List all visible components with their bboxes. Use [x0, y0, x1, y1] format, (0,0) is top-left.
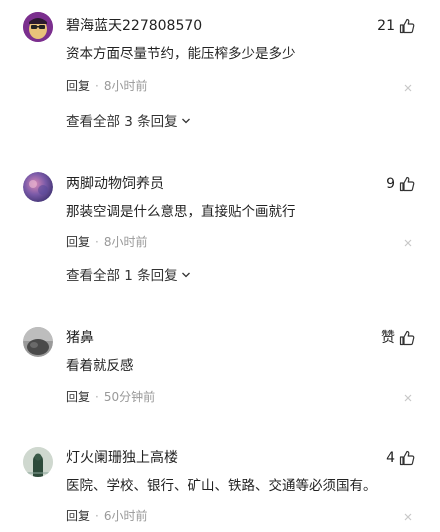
- like-button[interactable]: 21: [377, 17, 415, 35]
- like-button[interactable]: 赞: [381, 329, 415, 347]
- reply-button[interactable]: 回复: [66, 234, 90, 250]
- comment-time: 50分钟前: [103, 390, 156, 404]
- thumbs-up-icon: [399, 450, 415, 466]
- close-icon[interactable]: [403, 512, 413, 522]
- view-all-replies-button[interactable]: 查看全部 3 条回复: [66, 113, 191, 131]
- thumbs-up-icon: [399, 330, 415, 346]
- like-count: 9: [386, 176, 395, 192]
- like-button[interactable]: 9: [386, 175, 415, 193]
- close-icon[interactable]: [403, 393, 413, 403]
- comment-username[interactable]: 碧海蓝天227808570: [66, 17, 202, 35]
- view-replies-label: 查看全部 3 条回复: [66, 114, 178, 130]
- comment-time: 8小时前: [103, 235, 148, 249]
- like-count: 4: [386, 450, 395, 466]
- chevron-down-icon: [181, 267, 191, 285]
- comment-meta: 回复 · 50分钟前: [66, 389, 155, 405]
- comment-username[interactable]: 灯火阑珊独上高楼: [66, 449, 178, 467]
- meta-separator: ·: [95, 509, 99, 523]
- like-label: 赞: [381, 330, 395, 346]
- comment-meta: 回复 · 8小时前: [66, 234, 147, 250]
- like-button[interactable]: 4: [386, 449, 415, 467]
- comment-text: 那装空调是什么意思，直接贴个画就行: [66, 204, 296, 220]
- comment-username[interactable]: 猪鼻: [66, 329, 94, 347]
- chevron-down-icon: [181, 113, 191, 131]
- like-count: 21: [377, 18, 395, 34]
- close-icon[interactable]: [403, 238, 413, 248]
- comment-text: 资本方面尽量节约，能压榨多少是多少: [66, 46, 296, 62]
- comment-text: 看着就反感: [66, 358, 134, 374]
- comment-time: 8小时前: [103, 79, 148, 93]
- avatar[interactable]: [23, 172, 53, 202]
- meta-separator: ·: [95, 79, 99, 93]
- comment-username[interactable]: 两脚动物饲养员: [66, 175, 164, 193]
- comment-meta: 回复 · 8小时前: [66, 78, 147, 94]
- meta-separator: ·: [95, 390, 99, 404]
- thumbs-up-icon: [399, 176, 415, 192]
- comment-text: 医院、学校、银行、矿山、铁路、交通等必须国有。: [66, 478, 377, 494]
- comment-meta: 回复 · 6小时前: [66, 508, 147, 524]
- view-all-replies-button[interactable]: 查看全部 1 条回复: [66, 267, 191, 285]
- thumbs-up-icon: [399, 18, 415, 34]
- close-icon[interactable]: [403, 83, 413, 93]
- avatar[interactable]: [23, 12, 53, 42]
- comment-time: 6小时前: [103, 509, 148, 523]
- meta-separator: ·: [95, 235, 99, 249]
- reply-button[interactable]: 回复: [66, 508, 90, 524]
- view-replies-label: 查看全部 1 条回复: [66, 268, 178, 284]
- avatar[interactable]: [23, 327, 53, 357]
- reply-button[interactable]: 回复: [66, 389, 90, 405]
- reply-button[interactable]: 回复: [66, 78, 90, 94]
- avatar[interactable]: [23, 447, 53, 477]
